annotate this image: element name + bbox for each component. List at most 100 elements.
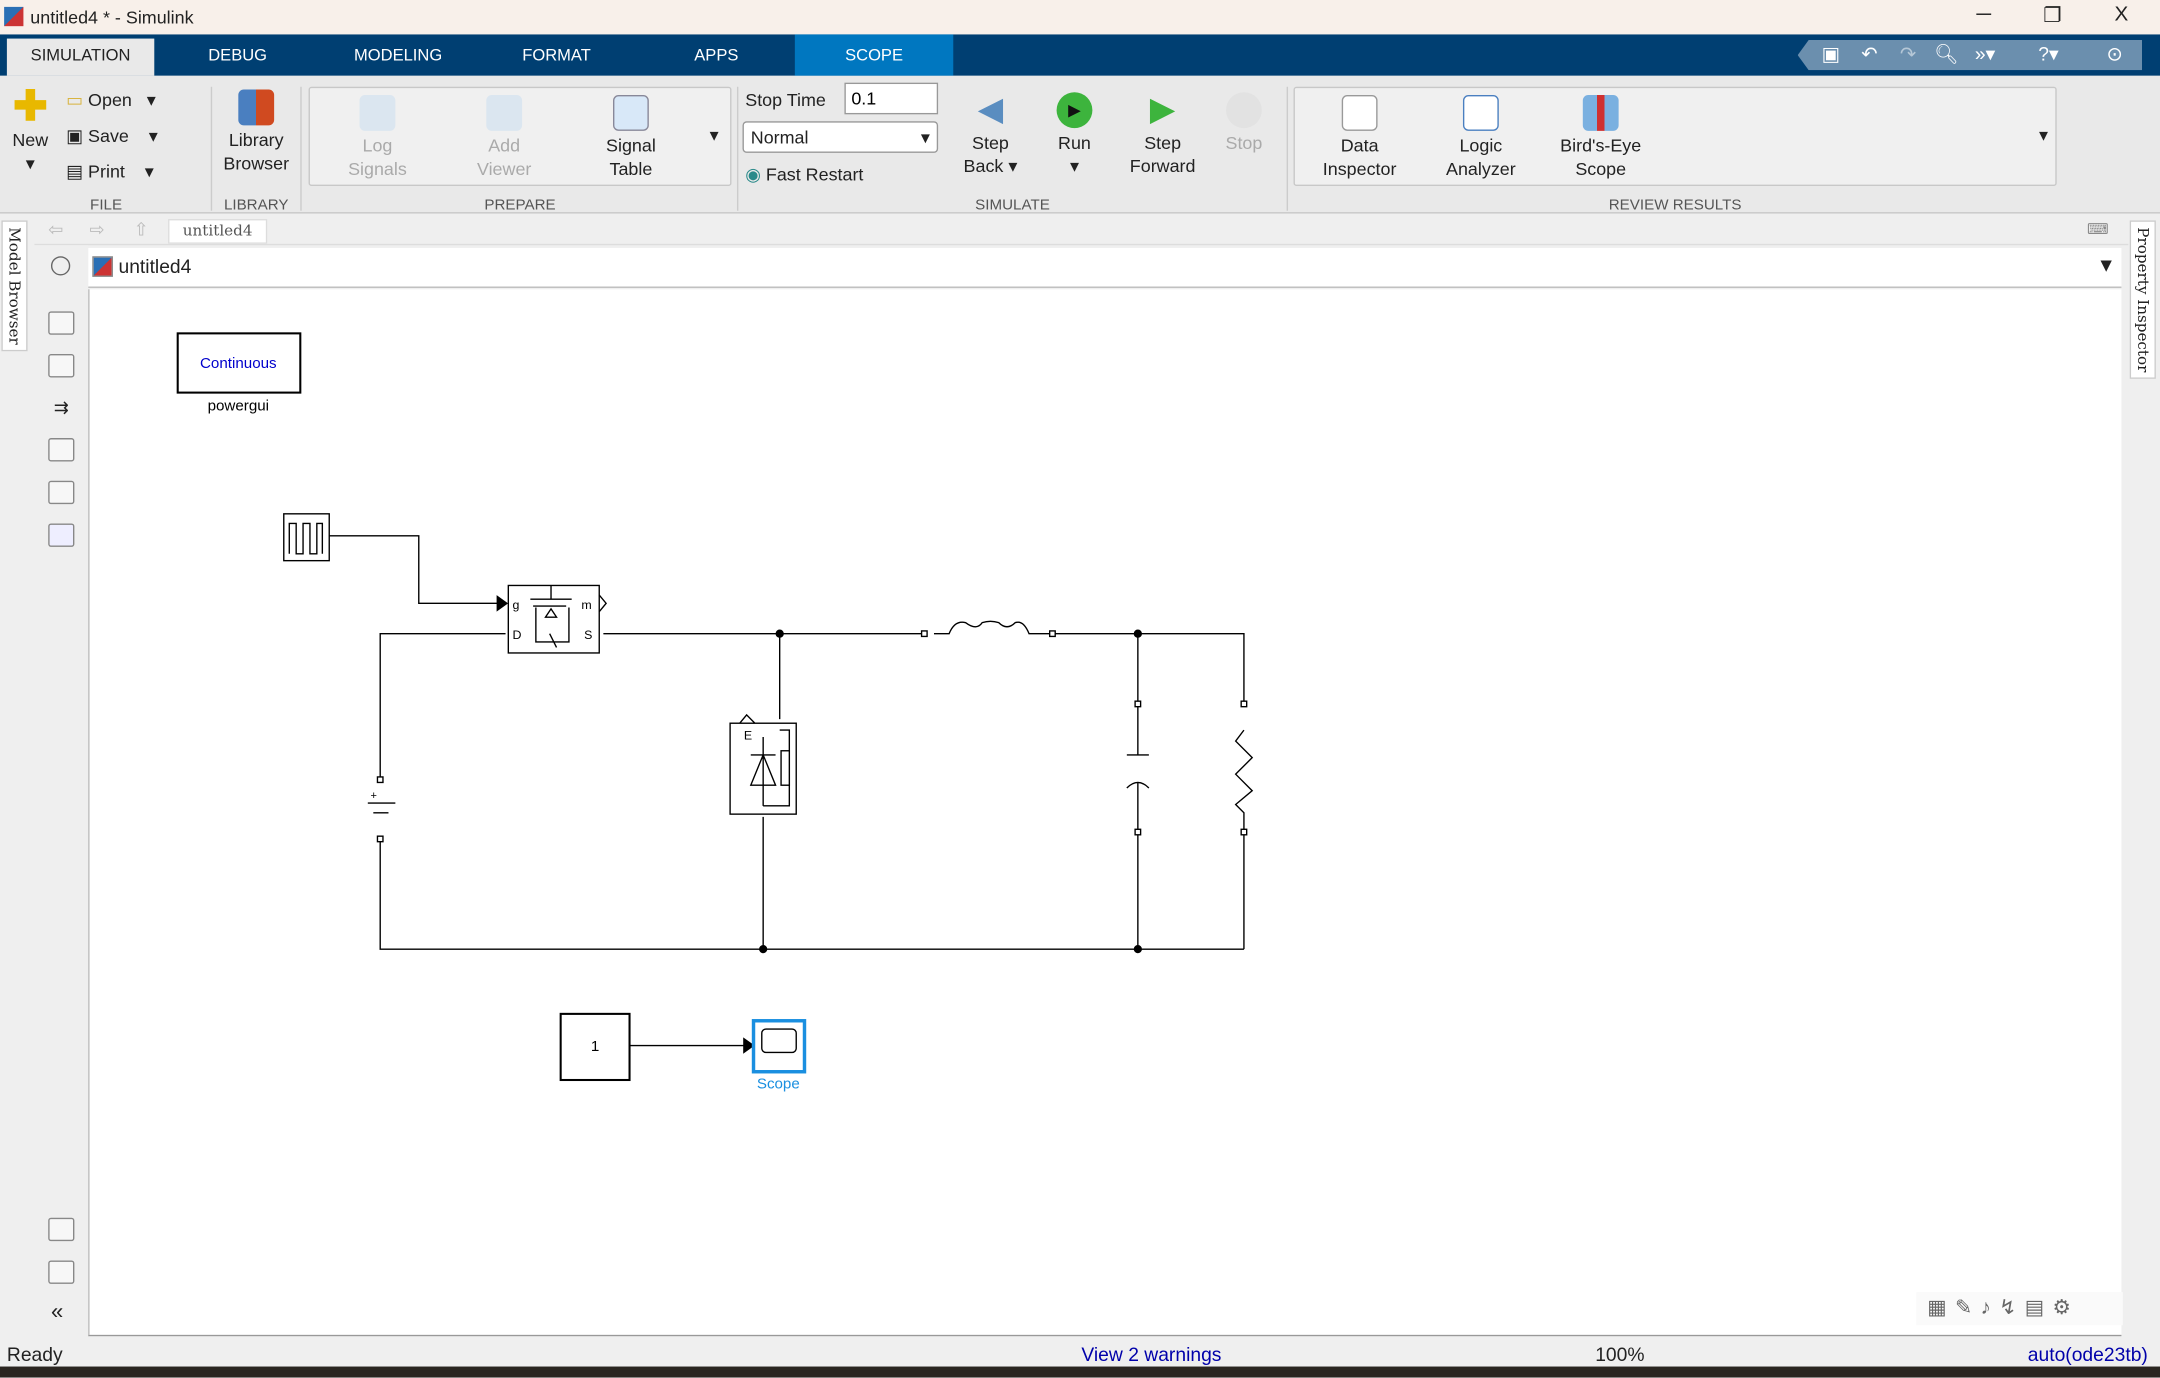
viewer-label-1: Add — [488, 134, 521, 156]
fit-to-view-icon[interactable] — [48, 354, 75, 378]
review-gallery — [1293, 86, 2057, 186]
di-label-1: Data — [1340, 134, 1379, 156]
minimize-ribbon-icon[interactable]: ⊙ — [2101, 43, 2129, 68]
library-browser-button[interactable]: Library Browser — [218, 89, 295, 175]
scope-block[interactable] — [751, 1019, 807, 1074]
model-name[interactable]: untitled4 — [118, 255, 191, 277]
section-library: LIBRARY — [223, 196, 289, 214]
window-title: untitled4 * - Simulink — [30, 6, 194, 28]
up-arrow-icon[interactable]: ⇧ — [134, 219, 149, 241]
dropdown-icon: ▾ — [25, 152, 35, 174]
mosfet-s-port: S — [584, 628, 592, 642]
solver-link[interactable]: auto(ode23tb) — [2028, 1343, 2148, 1365]
log-signals-button[interactable]: Log Signals — [336, 95, 419, 180]
pulse-generator-block[interactable] — [283, 513, 330, 562]
navigation-bar: ⇦ ⇨ ⇧ ⌨ — [34, 216, 2129, 246]
print-button[interactable]: ▤ Print ▾ — [66, 161, 154, 183]
open-label: Open — [88, 89, 132, 111]
hide-show-icon[interactable] — [50, 256, 71, 276]
chevron-down-icon[interactable]: ▼ — [2097, 253, 2116, 275]
tab-scope[interactable]: SCOPE — [794, 34, 954, 76]
mosfet-block[interactable] — [507, 584, 608, 654]
zoom-icon[interactable] — [48, 311, 75, 335]
title-bar: untitled4 * - Simulink ─ ❐ X — [0, 0, 2160, 35]
run-button[interactable]: ▶ Run ▾ — [1047, 92, 1102, 177]
mosfet-m-port: m — [581, 598, 591, 612]
save-button[interactable]: ▣ Save ▾ — [66, 125, 158, 147]
table-label-1: Signal — [606, 134, 656, 156]
junction-dots — [759, 629, 1142, 954]
step-back-icon: ◀ — [977, 90, 1004, 129]
tab-format[interactable]: FORMAT — [496, 34, 617, 75]
dc-voltage-source[interactable] — [367, 776, 396, 843]
simulink-logo-icon — [4, 6, 24, 27]
tab-debug[interactable]: DEBUG — [179, 34, 296, 75]
birds-eye-scope-button[interactable]: Bird's-Eye Scope — [1548, 95, 1653, 180]
stop-time-input[interactable] — [844, 82, 939, 115]
image-icon[interactable] — [48, 480, 75, 505]
tab-apps[interactable]: APPS — [661, 34, 771, 75]
step-back-button[interactable]: ◀ Step Back ▾ — [955, 92, 1027, 177]
property-inspector-tab[interactable]: Property Inspector — [2129, 220, 2156, 380]
section-file: FILE — [90, 196, 123, 214]
be-label-1: Bird's-Eye — [1560, 134, 1642, 156]
fast-restart-button[interactable]: ◉ Fast Restart — [745, 164, 863, 186]
redo-icon[interactable]: ↷ — [1894, 43, 1922, 68]
prepare-expand-icon[interactable]: ▼ — [707, 128, 722, 145]
arrow-icon[interactable]: ⇉ — [48, 397, 74, 420]
inductor[interactable] — [920, 620, 1056, 638]
table-icon — [613, 95, 649, 131]
signal-table-button[interactable]: Signal Table — [590, 95, 673, 180]
data-inspector-button[interactable]: Data Inspector — [1311, 95, 1407, 180]
ime-toolbar[interactable]: ▦✎♪↯▤⚙ — [1916, 1292, 2123, 1326]
viewer-label-2: Viewer — [476, 158, 532, 180]
collapse-icon[interactable]: « — [51, 1300, 63, 1325]
step-fwd-label-1: Step — [1144, 132, 1182, 153]
powergui-mode: Continuous — [200, 355, 277, 372]
favorites-icon[interactable]: »▾ — [1971, 43, 1999, 68]
ribbon: ✚ New ▾ ▭ Open ▾ ▣ Save ▾ ▤ Print ▾ FILE … — [0, 75, 2160, 214]
add-viewer-button[interactable]: Add Viewer — [463, 95, 546, 180]
restore-button[interactable]: ❐ — [2025, 3, 2080, 31]
model-canvas[interactable]: Continuous powergui g m D S E 1 Scope + … — [88, 289, 2123, 1337]
area-icon[interactable] — [48, 523, 75, 547]
help-icon[interactable]: ?▾ — [2035, 43, 2063, 68]
model-browser-tab[interactable]: Model Browser — [1, 220, 28, 352]
keyboard-icon[interactable]: ⌨ — [2087, 220, 2109, 239]
taskbar-strip — [0, 1366, 2160, 1378]
stop-button[interactable]: Stop — [1216, 92, 1271, 154]
tab-simulation[interactable]: SIMULATION — [6, 38, 155, 76]
log-label-2: Signals — [348, 158, 407, 180]
camera-icon[interactable] — [48, 1217, 75, 1242]
step-back-label-1: Step — [972, 132, 1009, 153]
model-header: untitled4 ▼ — [88, 247, 2122, 288]
save-icon[interactable]: ▣ — [1817, 43, 1845, 68]
close-button[interactable]: X — [2094, 3, 2149, 31]
back-arrow-icon[interactable]: ⇦ — [48, 219, 63, 241]
open-button[interactable]: ▭ Open ▾ — [66, 90, 156, 112]
logic-analyzer-button[interactable]: Logic Analyzer — [1433, 95, 1529, 180]
minimize-button[interactable]: ─ — [1956, 3, 2011, 31]
wires — [379, 632, 1245, 950]
diode-block[interactable] — [729, 713, 797, 815]
plus-icon: ✚ — [12, 84, 48, 130]
tab-modeling[interactable]: MODELING — [331, 34, 466, 75]
step-fwd-label-2: Forward — [1129, 155, 1196, 177]
search-icon[interactable]: 🔍︎ — [1933, 43, 1961, 68]
breadcrumb[interactable]: untitled4 — [168, 219, 268, 244]
library-label-1: Library — [228, 129, 284, 151]
view-warnings-link[interactable]: View 2 warnings — [1081, 1343, 1221, 1365]
zoom-level: 100% — [1595, 1343, 1645, 1366]
step-forward-button[interactable]: ▶ Step Forward — [1124, 92, 1201, 177]
simulation-mode-select[interactable]: Normal ▾ — [742, 121, 939, 153]
forward-arrow-icon[interactable]: ⇨ — [90, 219, 105, 241]
new-button[interactable]: ✚ New ▾ — [6, 84, 56, 175]
divider — [736, 86, 739, 211]
resistor[interactable] — [1234, 700, 1254, 836]
annotation-icon[interactable] — [48, 438, 75, 462]
undo-icon[interactable]: ↶ — [1856, 43, 1884, 68]
review-expand-icon[interactable]: ▼ — [2036, 128, 2051, 145]
divider — [210, 86, 213, 211]
la-label-1: Logic — [1459, 134, 1503, 156]
model-explorer-icon[interactable] — [48, 1260, 75, 1284]
